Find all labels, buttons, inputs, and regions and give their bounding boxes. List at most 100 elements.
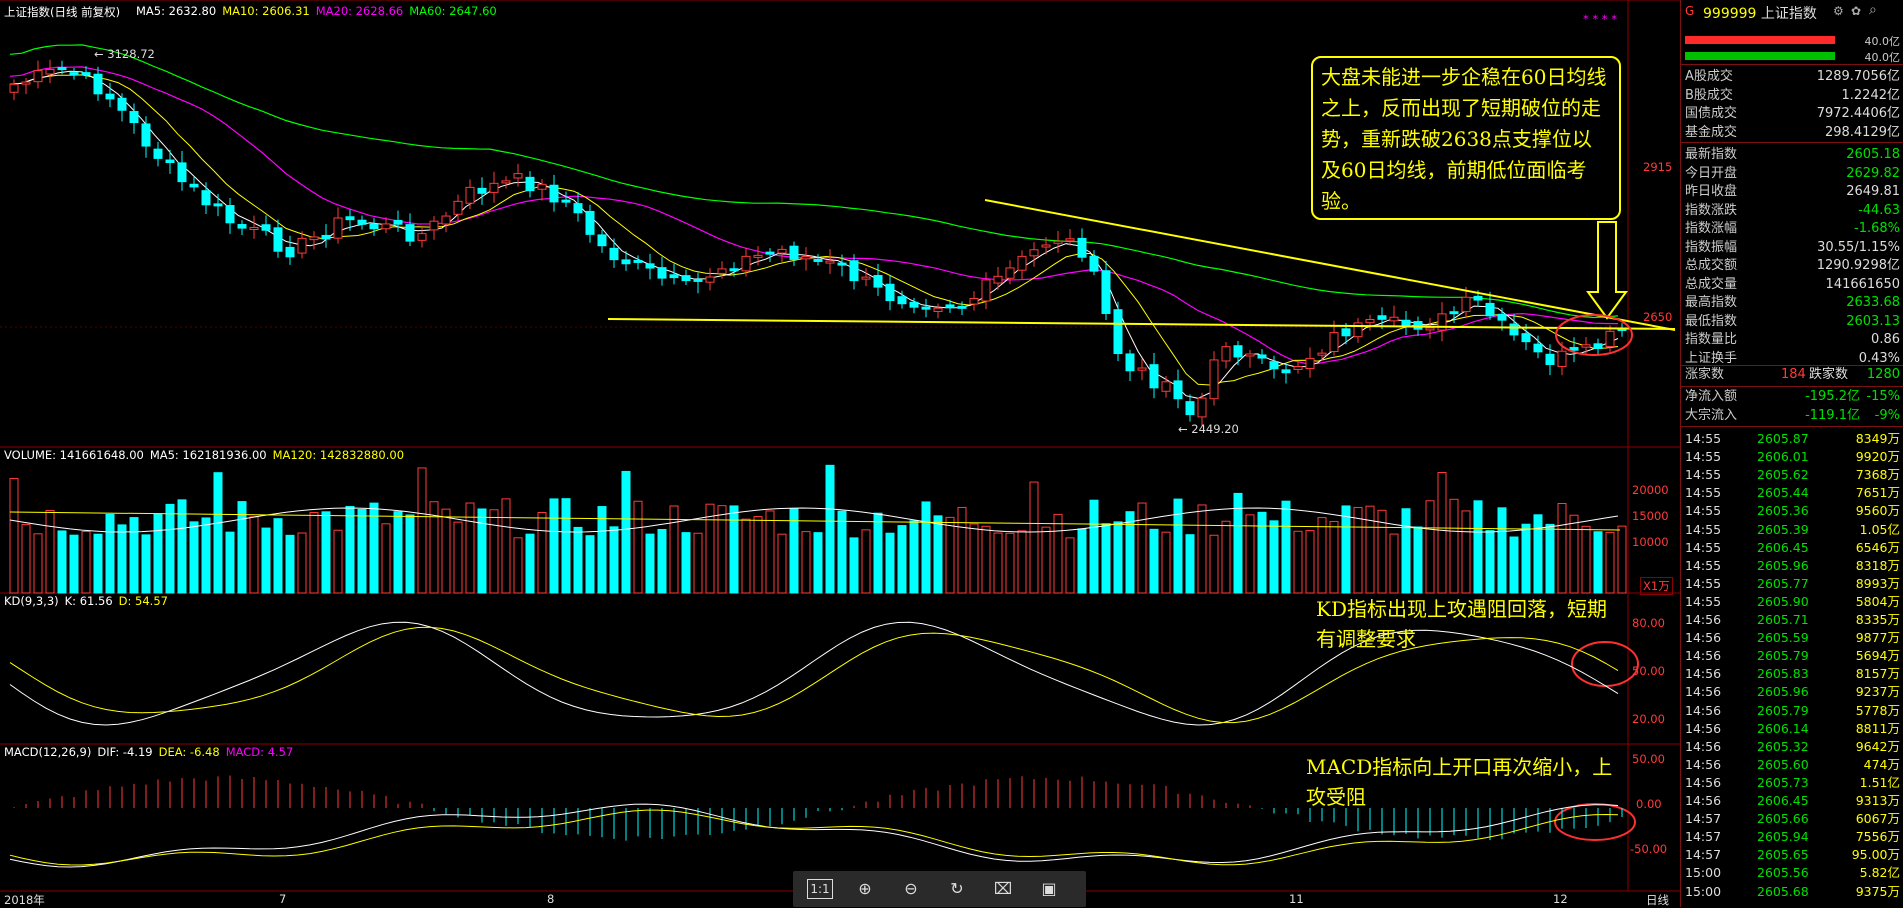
volume-bar	[1137, 502, 1147, 594]
volume-axis-label: 15000	[1632, 509, 1669, 523]
candle-body	[1545, 353, 1555, 365]
candle-body	[1005, 267, 1015, 279]
volume-bar	[465, 502, 475, 594]
legend-item: MA20: 2628.66	[315, 4, 404, 18]
stat-row: 指数量比 0.86	[1685, 331, 1900, 349]
tick-time: 14:55	[1685, 467, 1722, 483]
zoom-in-icon[interactable]: ⊕	[853, 878, 877, 900]
x-axis-label: 12	[1553, 892, 1568, 906]
candle-body	[1221, 346, 1231, 362]
candle-body	[1089, 255, 1099, 272]
volume-bar	[885, 532, 895, 594]
tick-volume: 7368万	[1855, 467, 1900, 483]
crop-icon[interactable]: ⌧	[991, 878, 1015, 900]
legend-item: MACD: 4.57	[225, 745, 294, 759]
candle-body	[873, 275, 883, 288]
tick-volume: 5.82亿	[1859, 865, 1900, 881]
candle-body	[1581, 344, 1591, 348]
tick-volume: 9920万	[1855, 449, 1900, 465]
tick-row: 14:55 2605.90 5804万	[1685, 593, 1900, 611]
candle-body	[753, 254, 763, 258]
kd-axis-label: 80.00	[1632, 616, 1665, 630]
tick-price: 2606.45	[1757, 539, 1809, 555]
flow-row: 净流入额 -195.2亿 -15%	[1685, 388, 1900, 406]
volume-bar	[729, 505, 739, 594]
candle-body	[81, 72, 91, 76]
tick-row: 14:56 2605.79 5694万	[1685, 647, 1900, 665]
tick-time: 15:00	[1685, 883, 1722, 899]
candle-body	[1329, 332, 1339, 353]
candle-body	[1173, 380, 1183, 400]
candle-body	[789, 245, 799, 260]
candle-body	[189, 183, 199, 188]
volume-bar	[873, 512, 883, 594]
flow-percent: -9%	[1874, 408, 1900, 423]
settings-icon[interactable]: ⚙	[1833, 4, 1844, 18]
tick-row: 15:00 2605.56 5.82亿	[1685, 864, 1900, 882]
candle-body	[741, 255, 751, 272]
macd-dea-line	[9, 809, 1619, 866]
stat-label: 总成交量	[1685, 276, 1738, 292]
volume-bar	[9, 477, 19, 594]
legend-item: VOLUME: 141661648.00	[4, 448, 144, 462]
stat-label: B股成交	[1685, 87, 1733, 103]
volume-bar	[789, 508, 799, 594]
kd-axis-label: 50.00	[1632, 664, 1665, 678]
stat-label: 指数量比	[1685, 332, 1738, 347]
stat-label: 最低指数	[1685, 313, 1738, 329]
volume-bar	[897, 525, 907, 594]
stat-label: 指数涨跌	[1685, 202, 1738, 218]
volume-bar	[1605, 531, 1615, 594]
save-icon[interactable]: ▣	[1037, 878, 1061, 900]
zoom-out-icon[interactable]: ⊖	[899, 878, 923, 900]
tick-time: 14:55	[1685, 503, 1722, 519]
candle-body	[369, 223, 379, 230]
tick-volume: 5778万	[1855, 702, 1900, 718]
volume-bar	[549, 498, 559, 594]
candle-body	[429, 220, 439, 231]
candle-body	[1209, 359, 1219, 400]
volume-bar	[1269, 520, 1279, 594]
candle-body	[1377, 315, 1387, 320]
rotate-icon[interactable]: ↻	[945, 878, 969, 900]
candle-body	[705, 276, 715, 283]
volume-bar	[1005, 532, 1015, 594]
volume-bar	[213, 472, 223, 594]
candle-body	[1497, 313, 1507, 321]
price-axis-label: 2650	[1643, 310, 1673, 324]
volume-bar	[225, 531, 235, 594]
volume-bar	[1029, 481, 1039, 594]
candle-body	[309, 236, 319, 241]
candle-body	[1401, 319, 1411, 326]
volume-bar	[321, 511, 331, 594]
stat-row: 基金成交 298.4129亿	[1685, 124, 1900, 142]
tick-volume: 8993万	[1855, 575, 1900, 591]
candle-body	[1605, 330, 1615, 347]
candle-body	[273, 227, 283, 252]
tick-time: 14:56	[1685, 774, 1722, 790]
tick-row: 14:55 2605.96 8318万	[1685, 557, 1900, 575]
volume-bar	[1173, 498, 1183, 594]
tick-price: 2605.62	[1757, 467, 1809, 483]
gift-icon[interactable]: ✿	[1851, 4, 1861, 18]
candle-body	[585, 210, 595, 235]
volume-bar	[441, 508, 451, 594]
search-icon[interactable]: ⌕	[1869, 2, 1877, 18]
tick-row: 14:57 2605.94 7556万	[1685, 828, 1900, 846]
volume-bar	[657, 529, 667, 594]
volume-unit: X1万	[1640, 577, 1673, 595]
stat-value: 2633.68	[1846, 295, 1900, 310]
volume-bar	[69, 534, 79, 594]
tick-price: 2605.94	[1757, 829, 1809, 845]
tick-time: 14:56	[1685, 793, 1722, 808]
daily-period-label[interactable]: 日线	[1646, 892, 1669, 908]
legend-item: D: 54.57	[118, 594, 168, 608]
reset-ratio-icon[interactable]: 1:1	[807, 879, 833, 899]
volume-bar	[477, 508, 487, 594]
volume-bar	[981, 525, 991, 594]
stat-value: 141661650	[1825, 276, 1900, 292]
candle-body	[681, 275, 691, 282]
panel-title: 999999 上证指数	[1703, 6, 1817, 22]
candle-body	[1113, 309, 1123, 355]
volume-bar	[1197, 504, 1207, 594]
